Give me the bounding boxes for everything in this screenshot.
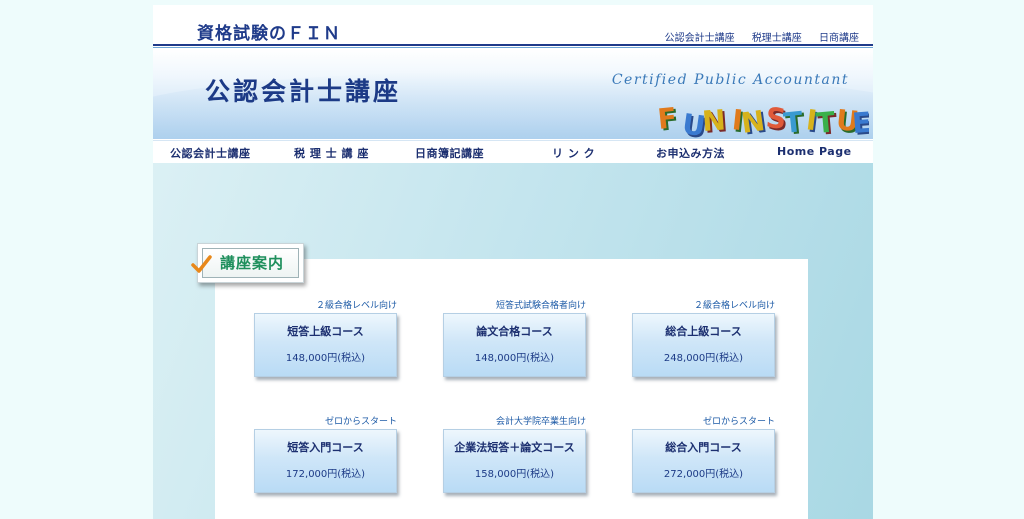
svg-text:N: N [739, 104, 767, 139]
course-price: 148,000円(税込) [285, 353, 366, 364]
course-name: 企業法短答＋論文コース [454, 441, 575, 454]
course-name: 論文合格コース [476, 325, 553, 338]
page-container: 資格試験のＦＩＮ 公認会計士講座 税理士講座 日商講座 公認会計士講座 Cert… [153, 5, 873, 519]
main-nav: 公認会計士講座 税 理 士 講 座 日商簿記講座 リ ン ク お申込み方法 Ho… [153, 140, 873, 164]
banner-subtitle: Certified Public Accountant [611, 72, 849, 88]
nav-item-application[interactable]: お申込み方法 [656, 145, 725, 161]
course-button[interactable]: 企業法短答＋論文コース 158,000円(税込) [443, 429, 586, 493]
course-button[interactable]: 論文合格コース 148,000円(税込) [443, 313, 586, 377]
course-button[interactable]: 短答入門コース 172,000円(税込) [254, 429, 397, 493]
course-button[interactable]: 総合入門コース 272,000円(税込) [632, 429, 775, 493]
course-name: 総合上級コース [665, 325, 742, 338]
course-note: 短答式試験合格者向け [495, 301, 586, 311]
course-button[interactable]: 短答上級コース 148,000円(税込) [254, 313, 397, 377]
content-area: 講座案内 ２級合格レベル向け 短答上級コース 148,000円(税込) 短答式試… [153, 163, 873, 519]
course-item: 短答式試験合格者向け 論文合格コース 148,000円(税込) [443, 300, 586, 377]
nav-item-tax[interactable]: 税 理 士 講 座 [294, 145, 369, 161]
course-name: 短答上級コース [287, 325, 364, 338]
course-note: ゼロからスタート [702, 417, 775, 427]
course-item: 会計大学院卒業生向け 企業法短答＋論文コース 158,000円(税込) [443, 416, 586, 493]
nav-item-bookkeeping[interactable]: 日商簿記講座 [415, 145, 484, 161]
nav-item-cpa[interactable]: 公認会計士講座 [170, 145, 251, 161]
course-name: 総合入門コース [665, 441, 742, 454]
nav-item-links[interactable]: リ ン ク [552, 145, 595, 161]
course-item: ２級合格レベル向け 短答上級コース 148,000円(税込) [254, 300, 397, 377]
checkmark-icon [191, 255, 212, 273]
course-item: ゼロからスタート 短答入門コース 172,000円(税込) [254, 416, 397, 493]
course-price: 172,000円(税込) [285, 469, 366, 480]
course-note: ２級合格レベル向け [693, 301, 775, 311]
banner-title: 公認会計士講座 [205, 77, 402, 106]
course-price: 148,000円(税込) [474, 353, 555, 364]
nav-item-home[interactable]: Home Page [777, 145, 852, 158]
course-note: ２級合格レベル向け [315, 301, 397, 311]
divider [153, 47, 873, 48]
top-link-tax[interactable]: 税理士講座 [752, 33, 802, 44]
divider [153, 44, 873, 46]
course-price: 158,000円(税込) [474, 469, 555, 480]
top-link-nissho[interactable]: 日商講座 [819, 33, 859, 44]
svg-text:T: T [782, 105, 804, 139]
course-item: ２級合格レベル向け 総合上級コース 248,000円(税込) [632, 300, 775, 377]
section-heading: 講座案内 [191, 243, 304, 283]
top-bar: 資格試験のＦＩＮ 公認会計士講座 税理士講座 日商講座 [153, 5, 873, 45]
course-item: ゼロからスタート 総合入門コース 272,000円(税込) [632, 416, 775, 493]
fun-institute-logo: FF UU NN II NN SS TT II TT UU EE [659, 101, 869, 139]
course-button[interactable]: 総合上級コース 248,000円(税込) [632, 313, 775, 377]
top-link-cpa[interactable]: 公認会計士講座 [665, 33, 735, 44]
course-price: 272,000円(税込) [663, 469, 744, 480]
banner: 公認会計士講座 Certified Public Accountant FF U… [153, 49, 873, 139]
top-links: 公認会計士講座 税理士講座 日商講座 [651, 29, 859, 44]
course-note: 会計大学院卒業生向け [495, 417, 586, 427]
svg-text:E: E [851, 106, 869, 139]
site-title[interactable]: 資格試験のＦＩＮ [197, 19, 341, 44]
svg-text:T: T [815, 105, 837, 139]
course-name: 短答入門コース [287, 441, 364, 454]
section-label: 講座案内 [220, 254, 285, 272]
course-price: 248,000円(税込) [663, 353, 744, 364]
svg-text:F: F [659, 101, 679, 136]
course-note: ゼロからスタート [324, 417, 397, 427]
svg-text:N: N [701, 103, 727, 138]
